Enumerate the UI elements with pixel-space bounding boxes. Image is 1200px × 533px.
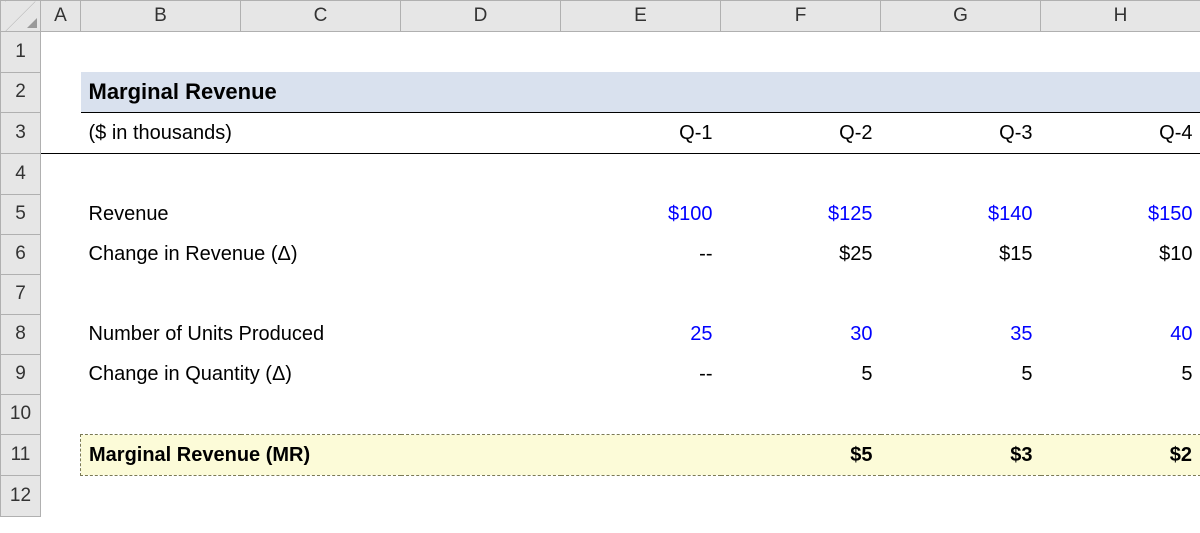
- cell-H8[interactable]: 40: [1041, 314, 1200, 354]
- cell-A5[interactable]: [41, 194, 81, 234]
- cell-B1[interactable]: [81, 32, 241, 73]
- row-header-8[interactable]: 8: [1, 314, 41, 354]
- row-header-1[interactable]: 1: [1, 32, 41, 73]
- col-header-B[interactable]: B: [81, 1, 241, 32]
- cell-A12[interactable]: [41, 476, 81, 517]
- col-header-F[interactable]: F: [721, 1, 881, 32]
- cell-F3[interactable]: Q-2: [721, 113, 881, 154]
- mr-label[interactable]: Marginal Revenue (MR): [81, 435, 561, 476]
- row-header-11[interactable]: 11: [1, 435, 41, 476]
- change-revenue-label[interactable]: Change in Revenue (Δ): [81, 234, 561, 274]
- cell-G6[interactable]: $15: [881, 234, 1041, 274]
- col-header-H[interactable]: H: [1041, 1, 1200, 32]
- cell-E1[interactable]: [561, 32, 721, 73]
- row-header-12[interactable]: 12: [1, 476, 41, 517]
- cell-H5[interactable]: $150: [1041, 194, 1200, 234]
- row-header-4[interactable]: 4: [1, 154, 41, 195]
- cell-E8[interactable]: 25: [561, 314, 721, 354]
- spreadsheet-grid[interactable]: A B C D E F G H 1 2 Marginal Revenue: [0, 0, 1200, 517]
- cell-H11[interactable]: $2: [1041, 435, 1200, 476]
- cell-A1[interactable]: [41, 32, 81, 73]
- row-header-10[interactable]: 10: [1, 394, 41, 435]
- cell-E11[interactable]: [561, 435, 721, 476]
- title-cell[interactable]: Marginal Revenue: [81, 72, 1200, 113]
- cell-G1[interactable]: [881, 32, 1041, 73]
- select-all-corner[interactable]: [1, 1, 41, 32]
- cell-G3[interactable]: Q-3: [881, 113, 1041, 154]
- cell-E9[interactable]: --: [561, 354, 721, 394]
- row-header-9[interactable]: 9: [1, 354, 41, 394]
- cell-G11[interactable]: $3: [881, 435, 1041, 476]
- cell-F9[interactable]: 5: [721, 354, 881, 394]
- cell-F6[interactable]: $25: [721, 234, 881, 274]
- cell-E3[interactable]: Q-1: [561, 113, 721, 154]
- row-header-2[interactable]: 2: [1, 72, 41, 113]
- units-produced-label[interactable]: Number of Units Produced: [81, 314, 561, 354]
- cell-F11[interactable]: $5: [721, 435, 881, 476]
- cell-BH10[interactable]: [81, 394, 1200, 435]
- cell-A10[interactable]: [41, 394, 81, 435]
- row-header-7[interactable]: 7: [1, 274, 41, 314]
- cell-A11[interactable]: [41, 435, 81, 476]
- cell-A3[interactable]: [41, 113, 81, 154]
- col-header-C[interactable]: C: [241, 1, 401, 32]
- col-header-D[interactable]: D: [401, 1, 561, 32]
- cell-A2[interactable]: [41, 72, 81, 113]
- row-header-5[interactable]: 5: [1, 194, 41, 234]
- cell-F1[interactable]: [721, 32, 881, 73]
- cell-H6[interactable]: $10: [1041, 234, 1200, 274]
- cell-H1[interactable]: [1041, 32, 1200, 73]
- cell-G9[interactable]: 5: [881, 354, 1041, 394]
- units-label-cell[interactable]: ($ in thousands): [81, 113, 561, 154]
- cell-BH12[interactable]: [81, 476, 1200, 517]
- col-header-E[interactable]: E: [561, 1, 721, 32]
- spreadsheet-view: A B C D E F G H 1 2 Marginal Revenue: [0, 0, 1200, 533]
- cell-A6[interactable]: [41, 234, 81, 274]
- cell-BH7[interactable]: [81, 274, 1200, 314]
- col-header-A[interactable]: A: [41, 1, 81, 32]
- col-header-G[interactable]: G: [881, 1, 1041, 32]
- cell-C1[interactable]: [241, 32, 401, 73]
- revenue-label[interactable]: Revenue: [81, 194, 561, 234]
- cell-F5[interactable]: $125: [721, 194, 881, 234]
- cell-A7[interactable]: [41, 274, 81, 314]
- change-qty-label[interactable]: Change in Quantity (Δ): [81, 354, 561, 394]
- row-header-6[interactable]: 6: [1, 234, 41, 274]
- cell-G5[interactable]: $140: [881, 194, 1041, 234]
- cell-A9[interactable]: [41, 354, 81, 394]
- cell-A4[interactable]: [41, 154, 81, 195]
- cell-H3[interactable]: Q-4: [1041, 113, 1200, 154]
- cell-E5[interactable]: $100: [561, 194, 721, 234]
- cell-D1[interactable]: [401, 32, 561, 73]
- cell-F8[interactable]: 30: [721, 314, 881, 354]
- cell-A8[interactable]: [41, 314, 81, 354]
- cell-BH4[interactable]: [81, 154, 1200, 195]
- cell-H9[interactable]: 5: [1041, 354, 1200, 394]
- cell-E6[interactable]: --: [561, 234, 721, 274]
- cell-G8[interactable]: 35: [881, 314, 1041, 354]
- row-header-3[interactable]: 3: [1, 113, 41, 154]
